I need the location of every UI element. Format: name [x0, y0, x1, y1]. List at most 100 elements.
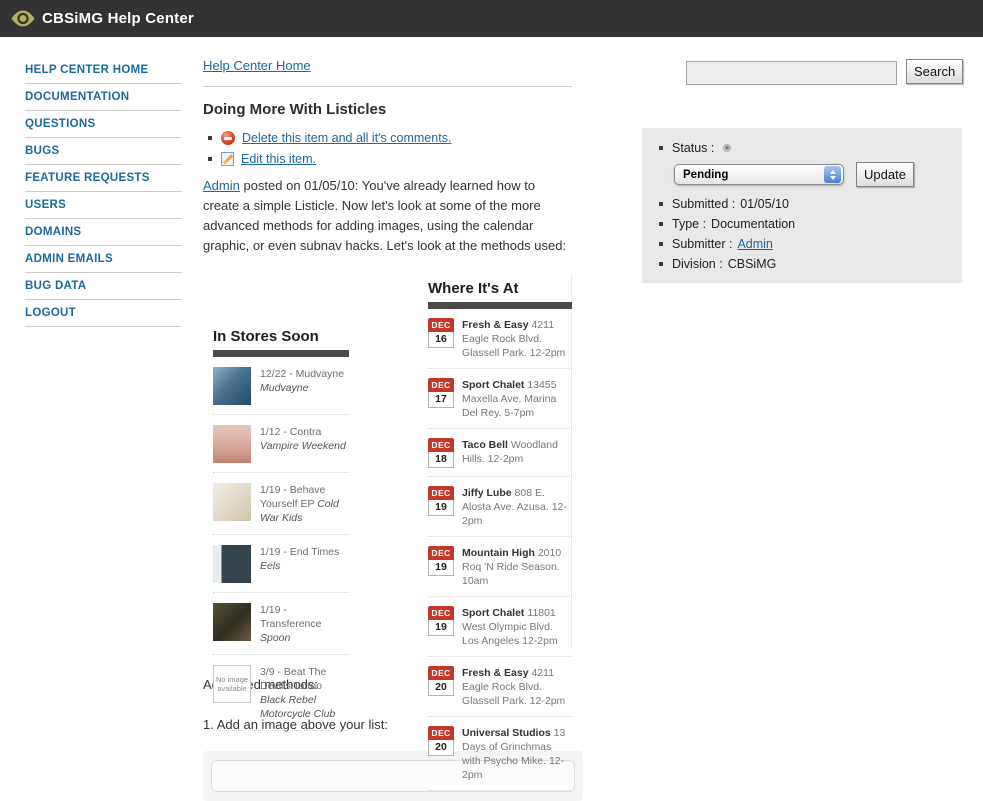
action-row: Delete this item and all it's comments. — [203, 131, 572, 145]
info-field-value[interactable]: Admin — [737, 237, 772, 251]
calendar-item: DEC 20 Fresh & Easy 4211 Eagle Rock Blvd… — [428, 657, 572, 717]
select-stepper-icon — [824, 166, 841, 183]
bullet-icon — [659, 146, 663, 150]
info-field-row: Submitted : 01/05/10 — [659, 197, 962, 211]
divider — [203, 86, 572, 87]
info-field-label: Division : — [672, 257, 723, 271]
calendar-day: 19 — [428, 560, 454, 576]
bullet-icon — [659, 242, 663, 246]
calendar-item-text: Mountain High 2010 Roq 'N Ride Season. 1… — [462, 546, 572, 588]
in-stores-title: In Stores Soon — [213, 328, 349, 345]
action-icon — [221, 131, 235, 145]
calendar-item-text: Fresh & Easy 4211 Eagle Rock Blvd. Glass… — [462, 666, 572, 708]
info-field-value: 01/05/10 — [740, 197, 789, 211]
calendar-day: 16 — [428, 332, 454, 348]
store-item-text: 1/19 - Behave Yourself EP Cold War Kids — [260, 483, 349, 525]
sidebar-item[interactable]: DOMAINS — [25, 219, 181, 246]
calendar-month: DEC — [428, 726, 454, 740]
calendar-month: DEC — [428, 438, 454, 452]
status-row: Status : — [659, 141, 962, 155]
sidebar-item[interactable]: LOGOUT — [25, 300, 181, 327]
calendar-date-icon: DEC 19 — [428, 606, 454, 648]
sidebar-item[interactable]: QUESTIONS — [25, 111, 181, 138]
bullet-icon — [208, 157, 212, 161]
calendar-item-text: Fresh & Easy 4211 Eagle Rock Blvd. Glass… — [462, 318, 572, 360]
calendar-item-text: Sport Chalet 13455 Maxella Ave. Marina D… — [462, 378, 572, 420]
sidebar-item[interactable]: DOCUMENTATION — [25, 84, 181, 111]
stores-list: 12/22 - Mudvayne Mudvayne 1/12 - Contra … — [213, 357, 349, 731]
sidebar-item-link[interactable]: BUG DATA — [25, 280, 181, 293]
item-info-panel: Status : Pending Update Submitted : 01/0… — [642, 128, 962, 283]
status-select-row: Pending Update — [674, 162, 962, 187]
sidebar-item[interactable]: BUG DATA — [25, 273, 181, 300]
calendar-day: 19 — [428, 500, 454, 516]
sidebar-item-link[interactable]: FEATURE REQUESTS — [25, 172, 181, 185]
info-field-label: Submitter : — [672, 237, 732, 251]
sidebar-item-link[interactable]: DOMAINS — [25, 226, 181, 239]
sidebar-item-link[interactable]: HELP CENTER HOME — [25, 64, 181, 77]
calendar-month: DEC — [428, 606, 454, 620]
album-art-icon — [213, 425, 251, 463]
top-bar: CBSiMG Help Center — [0, 0, 983, 37]
sidebar-item[interactable]: BUGS — [25, 138, 181, 165]
search-button[interactable]: Search — [906, 59, 963, 84]
search-input[interactable] — [686, 61, 897, 85]
sidebar-item-link[interactable]: BUGS — [25, 145, 181, 158]
sidebar-item-link[interactable]: QUESTIONS — [25, 118, 181, 131]
sidebar-item-link[interactable]: LOGOUT — [25, 307, 181, 320]
sidebar-item-link[interactable]: DOCUMENTATION — [25, 91, 181, 104]
calendar-item-text: Universal Studios 13 Days of Grinchmas w… — [462, 726, 572, 782]
calendar-item: DEC 16 Fresh & Easy 4211 Eagle Rock Blvd… — [428, 309, 572, 369]
store-item-text: 1/19 - Transference Spoon — [260, 603, 349, 645]
store-item-text: 1/19 - End Times Eels — [260, 545, 349, 583]
calendar-date-icon: DEC 20 — [428, 666, 454, 708]
calendar-item: DEC 18 Taco Bell Woodland Hills. 12-2pm — [428, 429, 572, 477]
sidebar-item-link[interactable]: ADMIN EMAILS — [25, 253, 181, 266]
album-art-icon — [213, 545, 251, 583]
store-item: 12/22 - Mudvayne Mudvayne — [213, 357, 349, 415]
calendar-month: DEC — [428, 666, 454, 680]
title-bar — [213, 350, 349, 357]
store-item: 1/19 - Behave Yourself EP Cold War Kids — [213, 473, 349, 535]
sidebar-nav: HELP CENTER HOME DOCUMENTATION QUESTIONS… — [25, 57, 181, 327]
update-button[interactable]: Update — [856, 162, 914, 187]
calendar-day: 17 — [428, 392, 454, 408]
sidebar-item-link[interactable]: USERS — [25, 199, 181, 212]
album-art-icon — [213, 483, 251, 521]
calendar-day: 20 — [428, 680, 454, 696]
store-item: 1/12 - Contra Vampire Weekend — [213, 415, 349, 473]
calendar-list: DEC 16 Fresh & Easy 4211 Eagle Rock Blvd… — [428, 309, 572, 791]
calendar-item-text: Jiffy Lube 808 E. Alosta Ave. Azusa. 12-… — [462, 486, 572, 528]
cbs-eye-logo-icon — [11, 10, 35, 27]
breadcrumb-home-link[interactable]: Help Center Home — [203, 58, 311, 73]
bullet-icon — [659, 262, 663, 266]
sidebar-item[interactable]: HELP CENTER HOME — [25, 57, 181, 84]
calendar-day: 20 — [428, 740, 454, 756]
sidebar-item[interactable]: FEATURE REQUESTS — [25, 165, 181, 192]
calendar-date-icon: DEC 16 — [428, 318, 454, 360]
action-icon — [221, 152, 234, 166]
author-link[interactable]: Admin — [203, 178, 240, 193]
status-select-value: Pending — [675, 169, 728, 181]
bullet-icon — [208, 136, 212, 140]
sidebar-item[interactable]: USERS — [25, 192, 181, 219]
sidebar-item[interactable]: ADMIN EMAILS — [25, 246, 181, 273]
post-body: Admin posted on 01/05/10: You've already… — [203, 176, 572, 256]
status-indicator-icon — [723, 144, 731, 152]
calendar-month: DEC — [428, 318, 454, 332]
calendar-date-icon: DEC 19 — [428, 546, 454, 588]
album-art-icon — [213, 603, 251, 641]
action-row: Edit this item. — [203, 152, 572, 166]
info-field-row: Division : CBSiMG — [659, 257, 962, 271]
action-link[interactable]: Edit this item. — [241, 152, 316, 166]
action-link[interactable]: Delete this item and all it's comments. — [242, 131, 451, 145]
store-item: 1/19 - End Times Eels — [213, 535, 349, 593]
store-item: 1/19 - Transference Spoon — [213, 593, 349, 655]
calendar-month: DEC — [428, 486, 454, 500]
status-select[interactable]: Pending — [674, 164, 844, 185]
store-item-text: 12/22 - Mudvayne Mudvayne — [260, 367, 349, 405]
calendar-day: 18 — [428, 452, 454, 468]
calendar-item: DEC 19 Sport Chalet 11801 West Olympic B… — [428, 597, 572, 657]
info-field-value: CBSiMG — [728, 257, 777, 271]
calendar-month: DEC — [428, 378, 454, 392]
